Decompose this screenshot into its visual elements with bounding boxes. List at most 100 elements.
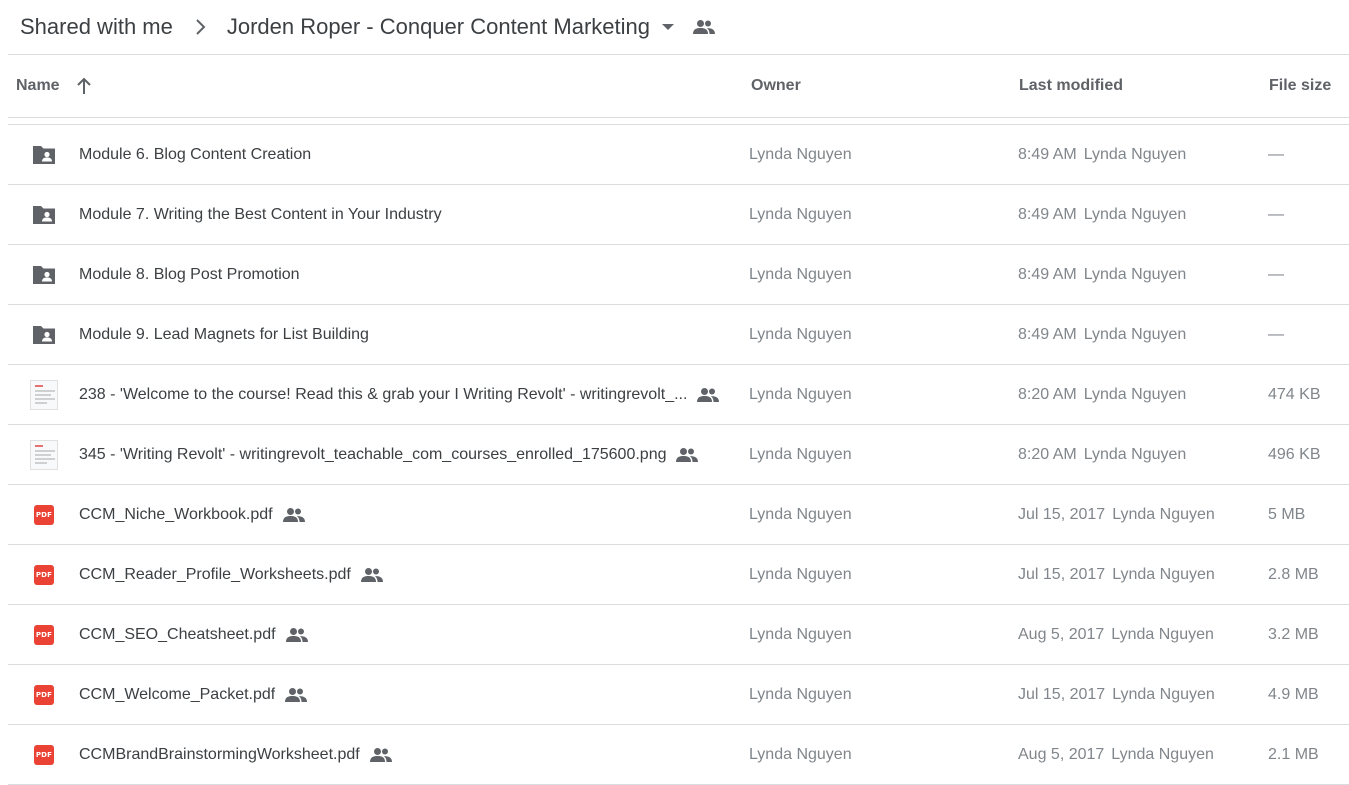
sort-ascending-icon[interactable] xyxy=(74,76,94,96)
file-name: CCM_Niche_Workbook.pdf xyxy=(79,485,305,544)
file-row[interactable]: PDF CCM_Niche_Workbook.pdf Lynda Nguyen Jul… xyxy=(8,485,1349,545)
file-owner: Lynda Nguyen xyxy=(749,385,852,403)
file-owner: Lynda Nguyen xyxy=(749,505,852,523)
file-name-text: 345 - 'Writing Revolt' - writingrevolt_t… xyxy=(79,445,667,463)
file-owner: Lynda Nguyen xyxy=(749,565,852,583)
file-name: 238 - 'Welcome to the course! Read this … xyxy=(79,365,720,424)
breadcrumb: Shared with me Jorden Roper - Conquer Co… xyxy=(0,0,1349,54)
shared-people-icon xyxy=(282,504,305,526)
image-thumbnail-icon xyxy=(30,380,58,410)
modified-date: Aug 5, 2017 xyxy=(1018,745,1105,763)
file-name: Module 9. Lead Magnets for List Building xyxy=(79,305,369,364)
pdf-badge: PDF xyxy=(34,565,54,585)
pdf-icon: PDF xyxy=(30,743,58,767)
file-last-modified: Jul 15, 2017 Lynda Nguyen xyxy=(1018,485,1215,544)
file-last-modified: 8:49 AM Lynda Nguyen xyxy=(1018,125,1186,184)
file-last-modified: Aug 5, 2017 Lynda Nguyen xyxy=(1018,605,1214,664)
modified-date: 8:49 AM xyxy=(1018,325,1077,343)
file-size: 4.9 MB xyxy=(1268,685,1319,703)
modified-by: Lynda Nguyen xyxy=(1112,685,1215,703)
file-row[interactable]: PDF CCMBrandBrainstormingWorksheet.pdf Lyn… xyxy=(8,725,1349,785)
file-name-text: 238 - 'Welcome to the course! Read this … xyxy=(79,385,688,403)
file-size: 3.2 MB xyxy=(1268,625,1319,643)
file-last-modified: Jul 15, 2017 Lynda Nguyen xyxy=(1018,545,1215,604)
shared-people-icon xyxy=(285,684,308,706)
file-name: CCM_Reader_Profile_Worksheets.pdf xyxy=(79,545,383,604)
modified-date: 8:49 AM xyxy=(1018,205,1077,223)
shared-folder-icon xyxy=(30,323,58,347)
column-header-last-modified[interactable]: Last modified xyxy=(1019,55,1123,117)
modified-date: 8:20 AM xyxy=(1018,385,1077,403)
pdf-badge: PDF xyxy=(34,745,54,765)
shared-people-icon xyxy=(697,384,720,406)
shared-people-icon xyxy=(360,564,383,586)
file-size: 5 MB xyxy=(1268,505,1306,523)
shared-people-icon xyxy=(369,744,392,766)
modified-date: 8:49 AM xyxy=(1018,145,1077,163)
shared-people-icon xyxy=(692,15,716,39)
file-last-modified: 8:49 AM Lynda Nguyen xyxy=(1018,245,1186,304)
file-row[interactable]: 238 - 'Welcome to the course! Read this … xyxy=(8,365,1349,425)
file-name: Module 8. Blog Post Promotion xyxy=(79,245,300,304)
file-row[interactable]: Module 8. Blog Post Promotion Lynda Nguye… xyxy=(8,245,1349,305)
file-owner: Lynda Nguyen xyxy=(749,745,852,763)
modified-by: Lynda Nguyen xyxy=(1083,445,1187,463)
image-thumbnail-icon xyxy=(30,440,58,470)
modified-by: Lynda Nguyen xyxy=(1083,145,1187,163)
file-row[interactable]: 345 - 'Writing Revolt' - writingrevolt_t… xyxy=(8,425,1349,485)
modified-date: Jul 15, 2017 xyxy=(1018,565,1106,583)
file-row[interactable]: PDF CCM_SEO_Cheatsheet.pdf Lynda Nguyen Aug… xyxy=(8,605,1349,665)
file-owner: Lynda Nguyen xyxy=(749,685,852,703)
file-owner: Lynda Nguyen xyxy=(749,145,852,163)
file-size: 2.1 MB xyxy=(1268,745,1319,763)
file-name: Module 6. Blog Content Creation xyxy=(79,125,311,184)
file-last-modified: 8:20 AM Lynda Nguyen xyxy=(1018,365,1186,424)
pdf-badge: PDF xyxy=(34,505,54,525)
file-last-modified: Aug 5, 2017 Lynda Nguyen xyxy=(1018,725,1214,784)
shared-people-icon xyxy=(676,444,699,466)
modified-date: 8:49 AM xyxy=(1018,265,1077,283)
file-owner: Lynda Nguyen xyxy=(749,445,852,463)
modified-by: Lynda Nguyen xyxy=(1083,265,1187,283)
file-name-text: Module 7. Writing the Best Content in Yo… xyxy=(79,205,442,223)
file-name-text: CCM_Welcome_Packet.pdf xyxy=(79,685,276,703)
column-header-owner: Owner xyxy=(751,77,801,94)
file-name: 345 - 'Writing Revolt' - writingrevolt_t… xyxy=(79,425,699,484)
pdf-icon: PDF xyxy=(30,623,58,647)
file-last-modified: 8:49 AM Lynda Nguyen xyxy=(1018,305,1186,364)
shared-folder-icon xyxy=(30,143,58,167)
file-name-text: CCM_Reader_Profile_Worksheets.pdf xyxy=(79,565,351,583)
file-size: 474 KB xyxy=(1268,385,1321,403)
file-name-text: Module 8. Blog Post Promotion xyxy=(79,265,300,283)
file-row[interactable]: PDF CCM_Reader_Profile_Worksheets.pdf Lynd… xyxy=(8,545,1349,605)
chevron-right-icon xyxy=(187,13,215,41)
column-headers: Name Owner Last modified File size xyxy=(8,55,1349,117)
column-header-name[interactable]: Name xyxy=(16,55,94,117)
modified-date: 8:20 AM xyxy=(1018,445,1077,463)
pdf-icon: PDF xyxy=(30,683,58,707)
file-last-modified: 8:20 AM Lynda Nguyen xyxy=(1018,425,1186,484)
file-name-text: CCM_Niche_Workbook.pdf xyxy=(79,505,273,523)
file-size: — xyxy=(1268,265,1284,283)
file-size: — xyxy=(1268,205,1284,223)
file-name-text: CCMBrandBrainstormingWorksheet.pdf xyxy=(79,745,360,763)
dropdown-arrow-icon[interactable] xyxy=(656,15,680,39)
modified-by: Lynda Nguyen xyxy=(1112,505,1215,523)
modified-by: Lynda Nguyen xyxy=(1111,625,1214,643)
file-owner: Lynda Nguyen xyxy=(749,205,852,223)
modified-by: Lynda Nguyen xyxy=(1083,385,1187,403)
file-row[interactable]: PDF CCM_Welcome_Packet.pdf Lynda Nguyen Jul… xyxy=(8,665,1349,725)
file-name-text: Module 6. Blog Content Creation xyxy=(79,145,312,163)
file-name: CCMBrandBrainstormingWorksheet.pdf xyxy=(79,725,392,784)
modified-by: Lynda Nguyen xyxy=(1112,565,1215,583)
file-row[interactable]: Module 7. Writing the Best Content in Yo… xyxy=(8,185,1349,245)
file-row[interactable]: Module 6. Blog Content Creation Lynda Ngu… xyxy=(8,125,1349,185)
column-header-name-label: Name xyxy=(16,77,60,94)
pdf-badge: PDF xyxy=(34,625,54,645)
column-header-divider xyxy=(8,117,1349,118)
modified-by: Lynda Nguyen xyxy=(1083,325,1187,343)
file-row[interactable]: Module 9. Lead Magnets for List Building… xyxy=(8,305,1349,365)
shared-folder-icon xyxy=(30,203,58,227)
breadcrumb-current-folder[interactable]: Jorden Roper - Conquer Content Marketing xyxy=(227,10,650,44)
breadcrumb-shared-with-me[interactable]: Shared with me xyxy=(20,10,173,44)
